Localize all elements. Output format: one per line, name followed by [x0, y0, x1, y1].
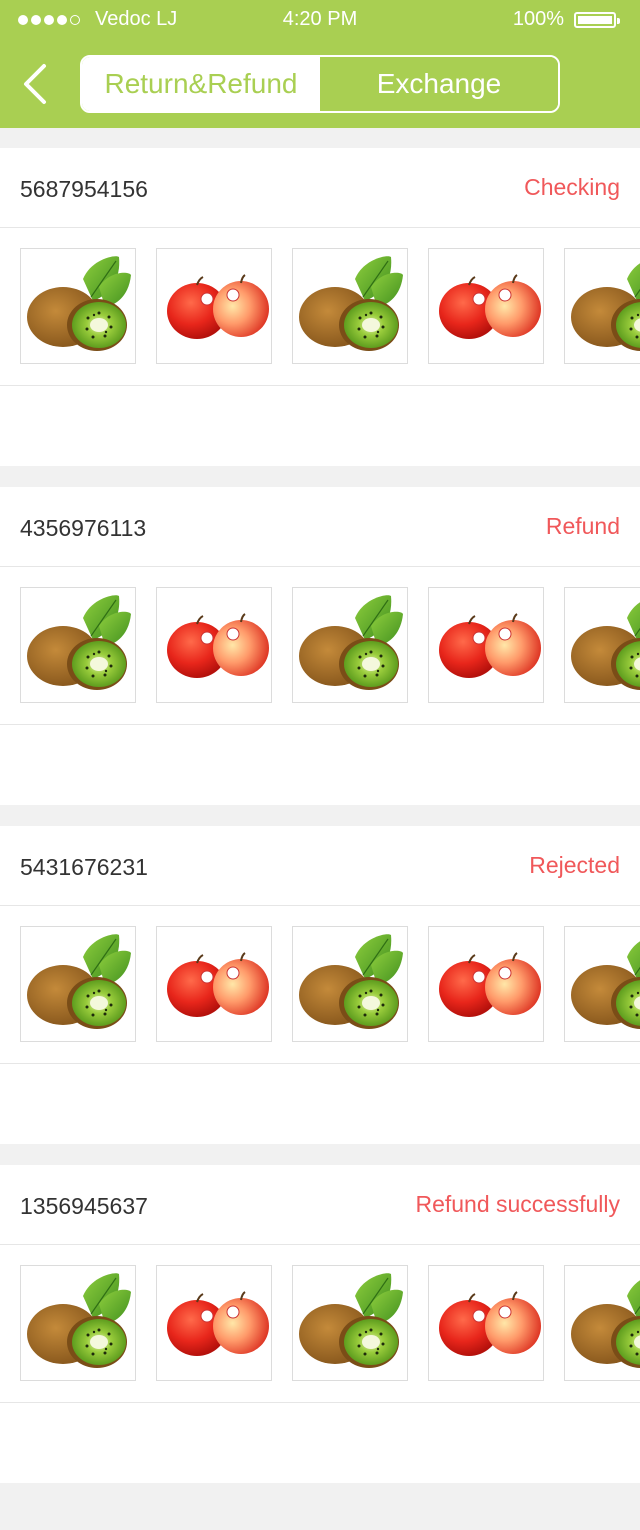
order-card[interactable]: 1356945637 Refund successfully	[0, 1165, 640, 1483]
order-number: 5687954156	[20, 176, 148, 202]
order-items-row	[0, 567, 640, 725]
order-status: Refund	[545, 513, 620, 539]
kiwi-product-image[interactable]	[292, 248, 408, 364]
kiwi-product-image[interactable]	[20, 1265, 136, 1381]
back-button[interactable]	[20, 62, 60, 106]
kiwi-product-image[interactable]	[20, 587, 136, 703]
tab-return-refund[interactable]: Return&Refund	[82, 57, 320, 111]
kiwi-product-image[interactable]	[20, 926, 136, 1042]
order-items-row	[0, 906, 640, 1064]
apple-product-image[interactable]	[428, 587, 544, 703]
chevron-left-icon	[24, 64, 46, 104]
order-header: 5687954156 Checking	[0, 148, 640, 228]
order-header: 4356976113 Refund	[0, 487, 640, 567]
battery-icon	[574, 11, 620, 28]
apple-product-image[interactable]	[156, 926, 272, 1042]
kiwi-product-image[interactable]	[20, 248, 136, 364]
battery-percentage: 100%	[512, 8, 564, 30]
status-bar: Vedoc LJ 4:20 PM 100%	[0, 0, 640, 40]
order-card[interactable]: 5687954156 Checking	[0, 148, 640, 466]
order-card[interactable]: 5431676231 Rejected	[0, 826, 640, 1144]
order-status: Rejected	[529, 852, 620, 878]
apple-product-image[interactable]	[428, 248, 544, 364]
tab-exchange[interactable]: Exchange	[320, 57, 558, 111]
order-header: 5431676231 Rejected	[0, 826, 640, 906]
apple-product-image[interactable]	[156, 1265, 272, 1381]
order-status: Checking	[524, 174, 620, 200]
kiwi-product-image[interactable]	[564, 587, 640, 703]
apple-product-image[interactable]	[156, 587, 272, 703]
order-card[interactable]: 4356976113 Refund	[0, 487, 640, 805]
order-items-row	[0, 1245, 640, 1403]
order-number: 1356945637	[20, 1193, 148, 1219]
apple-product-image[interactable]	[428, 926, 544, 1042]
order-number: 4356976113	[20, 515, 147, 541]
app-header: Vedoc LJ 4:20 PM 100% Return&Refund Exch…	[0, 0, 640, 128]
kiwi-product-image[interactable]	[292, 926, 408, 1042]
order-items-row	[0, 228, 640, 386]
apple-product-image[interactable]	[156, 248, 272, 364]
kiwi-product-image[interactable]	[292, 1265, 408, 1381]
kiwi-product-image[interactable]	[292, 587, 408, 703]
apple-product-image[interactable]	[428, 1265, 544, 1381]
order-header: 1356945637 Refund successfully	[0, 1165, 640, 1245]
order-status: Refund successfully	[415, 1191, 620, 1217]
kiwi-product-image[interactable]	[564, 248, 640, 364]
kiwi-product-image[interactable]	[564, 926, 640, 1042]
battery-area: 100%	[512, 8, 620, 31]
segmented-control: Return&Refund Exchange	[80, 55, 560, 113]
kiwi-product-image[interactable]	[564, 1265, 640, 1381]
order-number: 5431676231	[20, 854, 148, 880]
